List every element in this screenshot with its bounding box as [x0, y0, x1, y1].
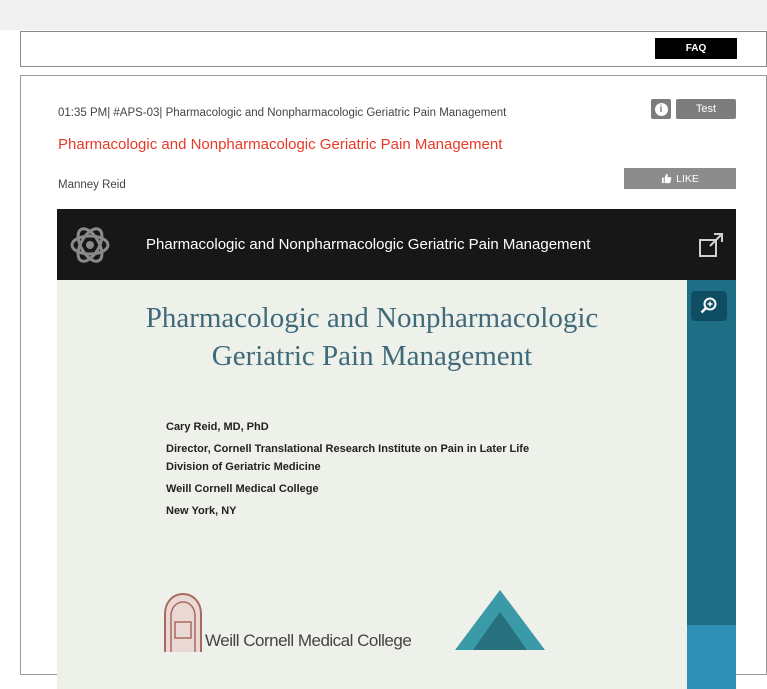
like-label: LIKE: [676, 172, 699, 185]
presentation-slide: Pharmacologic and Nonpharmacologic Geria…: [57, 280, 687, 689]
slide-line-title: Director, Cornell Translational Research…: [166, 443, 530, 455]
video-header: Pharmacologic and Nonpharmacologic Geria…: [57, 209, 736, 280]
faq-button[interactable]: FAQ: [655, 38, 737, 59]
slide-line-location: New York, NY: [166, 505, 237, 517]
info-button[interactable]: i: [651, 99, 671, 119]
zoom-in-icon: [700, 297, 717, 314]
slide-sidebar-lower: [687, 625, 736, 689]
slide-line-college: Weill Cornell Medical College: [166, 483, 319, 495]
slide-sidebar: [687, 280, 736, 689]
like-button[interactable]: LIKE: [624, 168, 736, 189]
presentation-logo-icon: [70, 227, 110, 263]
slide-heading-line2: Geriatric Pain Management: [211, 340, 533, 372]
college-seal-icon: [164, 592, 202, 652]
zoom-button[interactable]: [691, 291, 727, 321]
session-header: 01:35 PM| #APS-03| Pharmacologic and Non…: [58, 107, 507, 119]
author-name: Manney Reid: [58, 179, 126, 191]
faq-bar: FAQ: [20, 31, 767, 67]
video-title: Pharmacologic and Nonpharmacologic Geria…: [146, 236, 591, 253]
test-button[interactable]: Test: [676, 99, 736, 119]
slide-presenter: Cary Reid, MD, PhD: [166, 421, 269, 433]
thumbs-up-icon: [662, 173, 672, 184]
slide-footer-college: Weill Cornell Medical College: [205, 631, 412, 650]
triangle-logo-icon: [455, 590, 545, 650]
session-card: 01:35 PM| #APS-03| Pharmacologic and Non…: [20, 75, 767, 689]
session-title[interactable]: Pharmacologic and Nonpharmacologic Geria…: [58, 136, 502, 153]
video-player[interactable]: Pharmacologic and Nonpharmacologic Geria…: [57, 209, 736, 689]
slide-line-division: Division of Geriatric Medicine: [166, 461, 321, 473]
top-strip: [0, 0, 767, 30]
info-icon: i: [654, 102, 668, 116]
slide-heading-line1: Pharmacologic and Nonpharmacologic: [145, 302, 599, 334]
open-external-icon[interactable]: [698, 232, 724, 258]
